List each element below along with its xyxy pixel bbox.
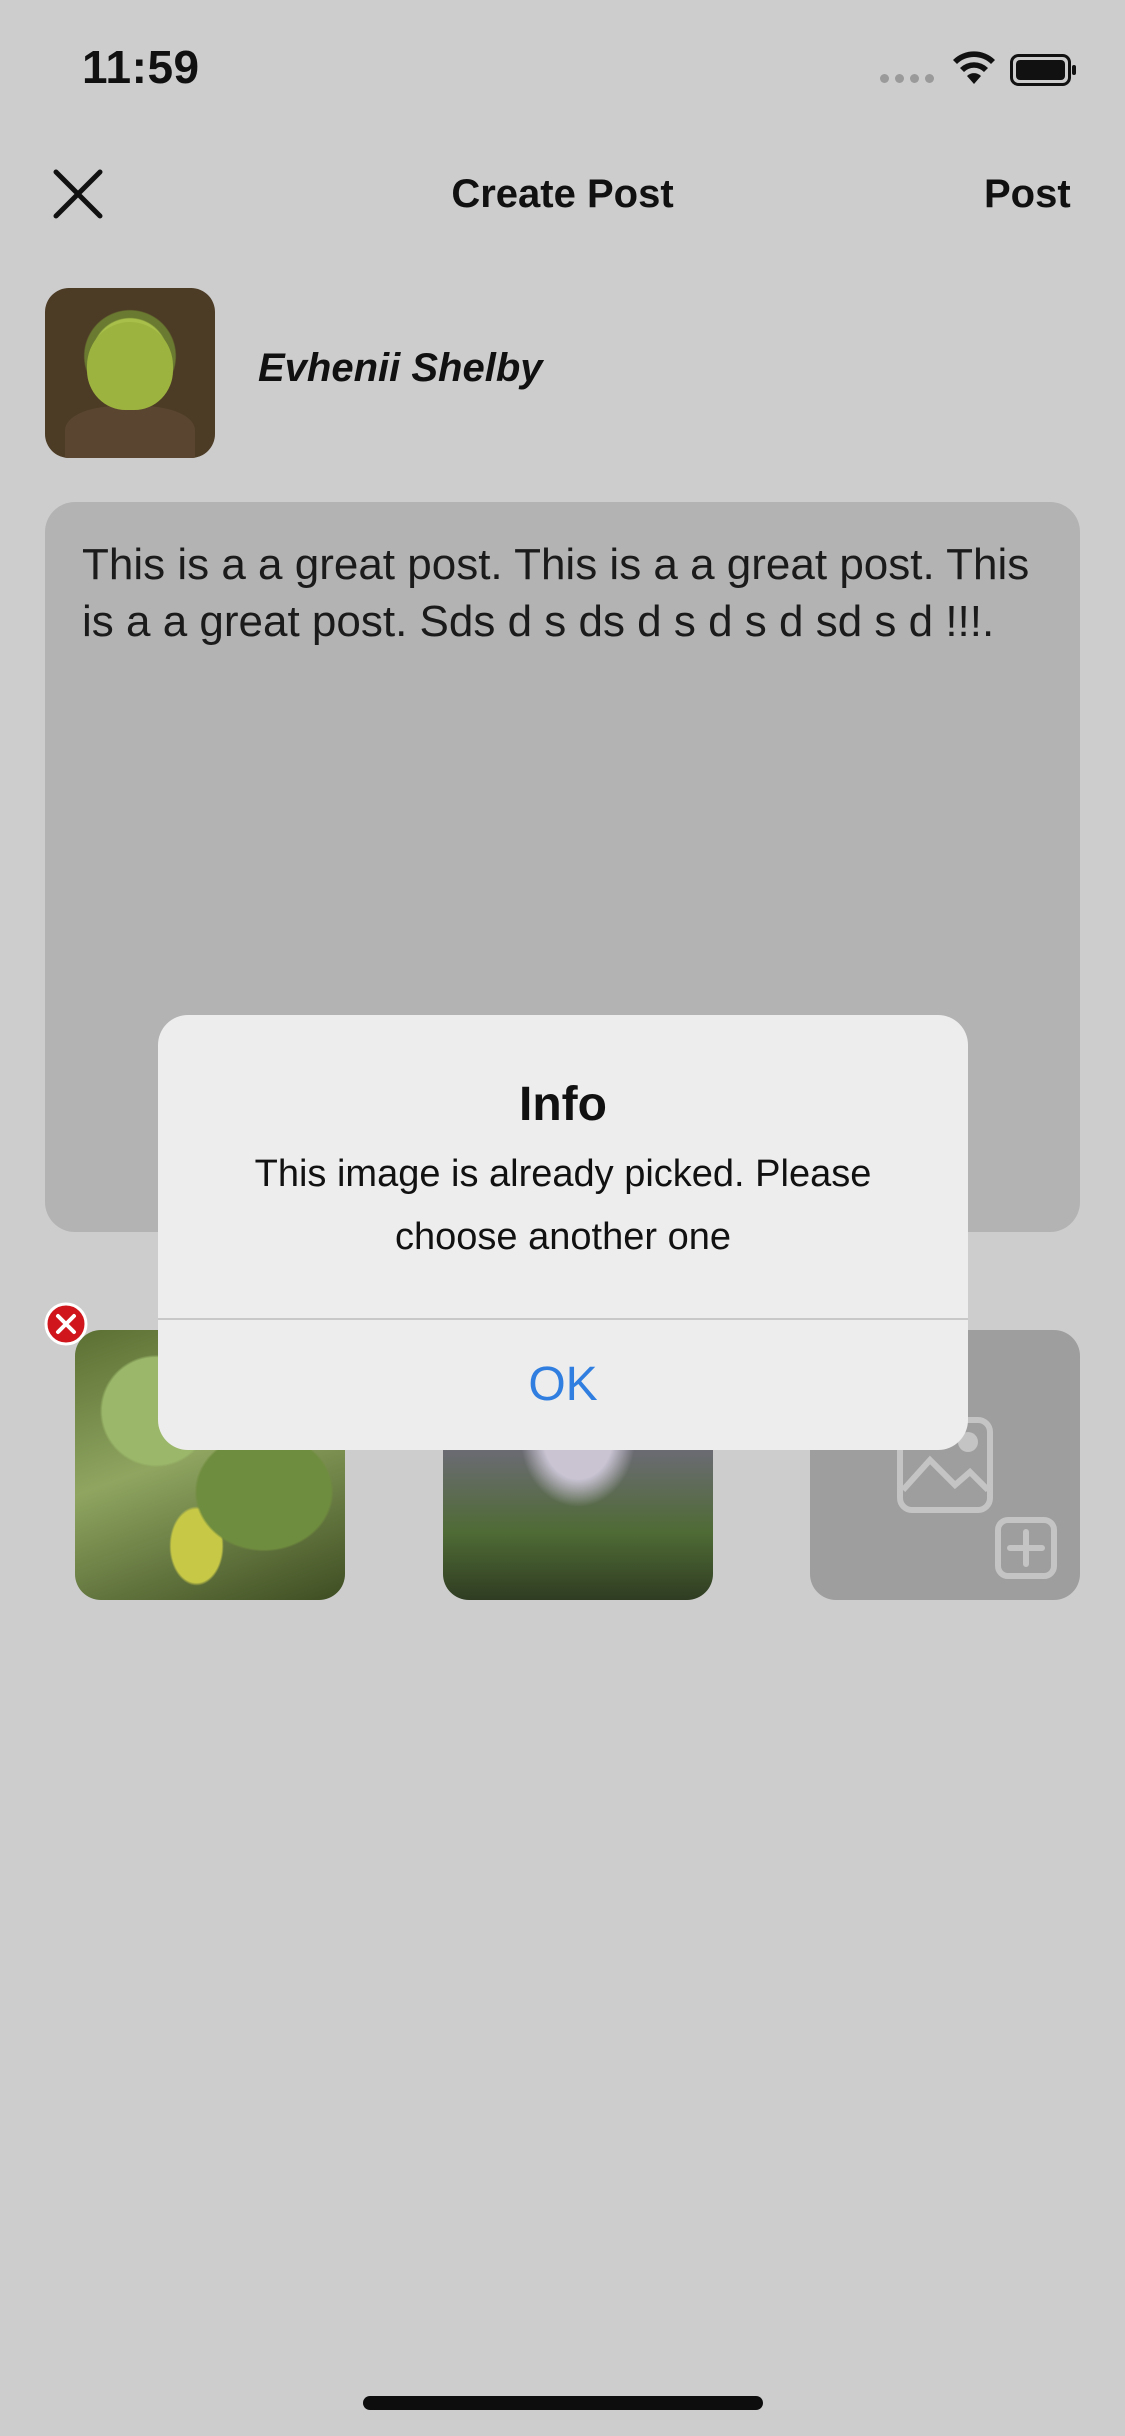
page-title: Create Post [451, 172, 674, 216]
battery-icon [1010, 54, 1076, 86]
home-indicator [363, 2396, 763, 2410]
remove-icon[interactable] [44, 1302, 88, 1346]
author-name: Evhenii Shelby [258, 346, 543, 390]
status-time: 11:59 [82, 41, 200, 93]
alert-message: This image is already picked. Please cho… [254, 1153, 872, 1258]
alert-ok-button[interactable]: OK [158, 1320, 968, 1450]
cellular-signal-icon [880, 74, 936, 86]
wifi-icon [953, 51, 995, 84]
post-text[interactable]: This is a a great post. This is a a grea… [82, 536, 1042, 650]
avatar [45, 288, 215, 458]
alert-dialog: Info This image is already picked. Pleas… [158, 1015, 968, 1450]
alert-title: Info [519, 1078, 607, 1131]
post-button[interactable]: Post [984, 172, 1071, 217]
